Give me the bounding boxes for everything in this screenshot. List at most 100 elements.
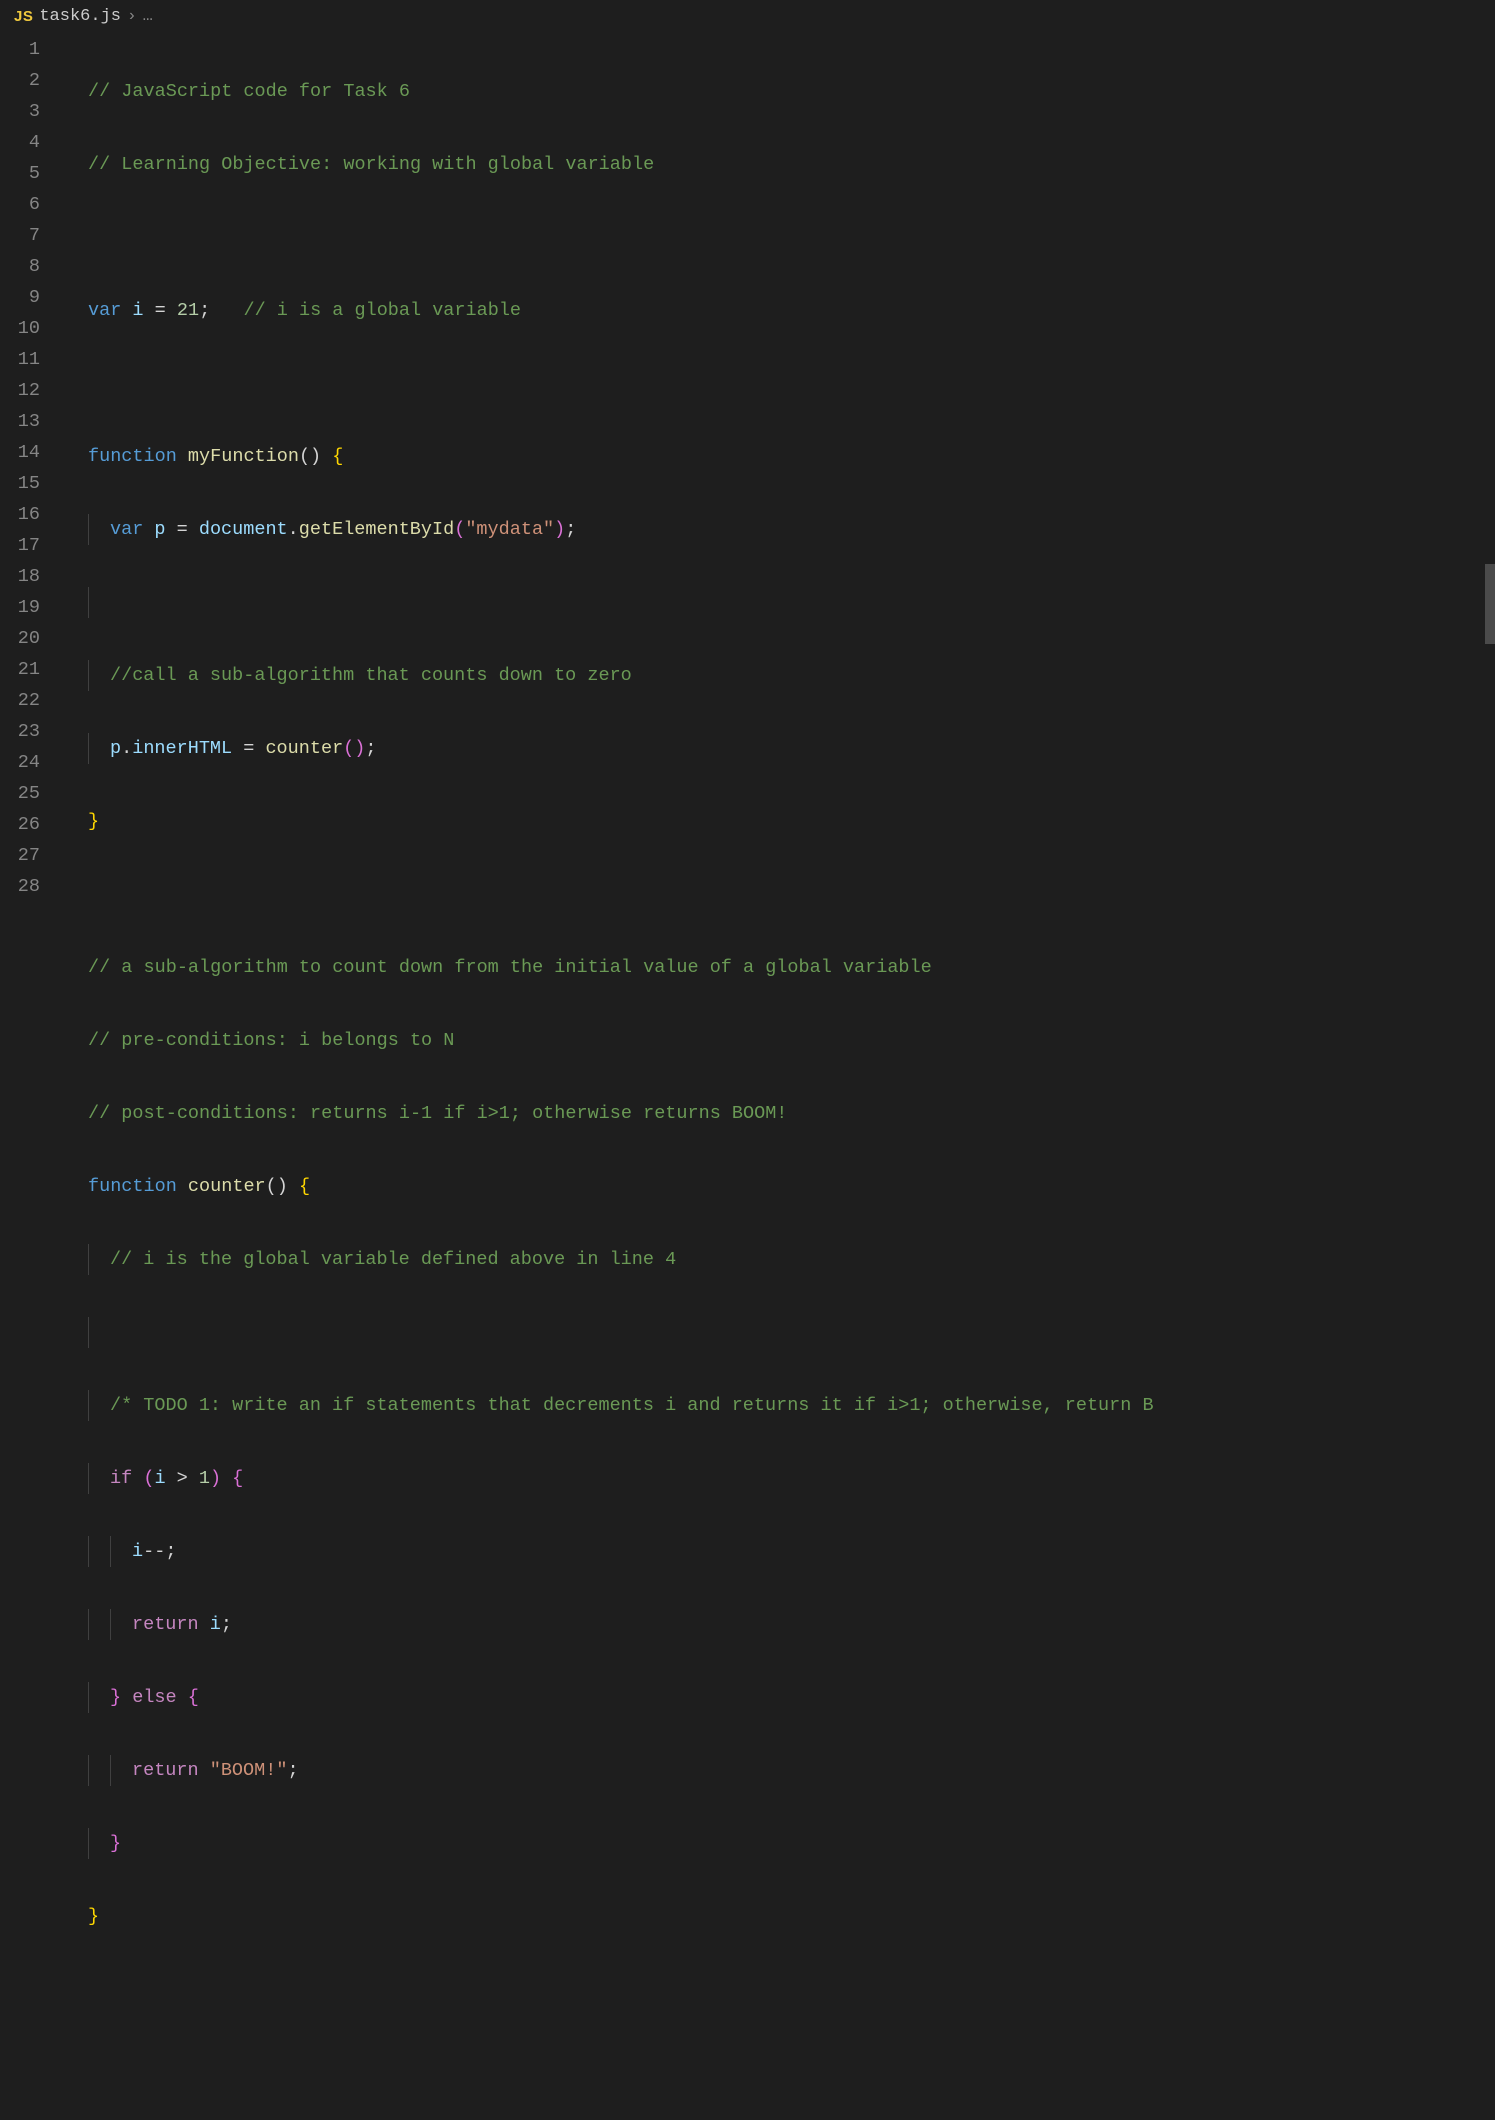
line-number: 15: [0, 468, 40, 499]
code-line[interactable]: var i = 21; // i is a global variable: [66, 295, 1485, 326]
code-line[interactable]: [66, 222, 1485, 253]
keyword: else: [121, 1687, 188, 1708]
breadcrumb[interactable]: JS task6.js › …: [0, 0, 1495, 34]
comment: // a sub-algorithm to count down from th…: [88, 957, 932, 978]
keyword: var: [110, 519, 143, 540]
number-literal: 21: [177, 300, 199, 321]
operator: --;: [143, 1541, 176, 1562]
code-line[interactable]: /* TODO 1: write an if statements that d…: [66, 1390, 1485, 1421]
code-line[interactable]: }: [66, 806, 1485, 837]
string-literal: "BOOM!": [199, 1760, 288, 1781]
comment: // pre-conditions: i belongs to N: [88, 1030, 454, 1051]
scrollbar[interactable]: [1485, 34, 1495, 1073]
code-editor[interactable]: 1 2 3 4 5 6 7 8 9 10 11 12 13 14 15 16 1…: [0, 34, 1495, 1073]
line-number: 5: [0, 158, 40, 189]
line-number: 20: [0, 623, 40, 654]
code-line[interactable]: p.innerHTML = counter();: [66, 733, 1485, 764]
code-line[interactable]: // a sub-algorithm to count down from th…: [66, 952, 1485, 983]
line-number: 10: [0, 313, 40, 344]
identifier: p: [143, 519, 165, 540]
line-number-gutter: 1 2 3 4 5 6 7 8 9 10 11 12 13 14 15 16 1…: [0, 34, 66, 1073]
keyword: return: [132, 1760, 199, 1781]
identifier: i: [199, 1614, 221, 1635]
code-line[interactable]: // i is the global variable defined abov…: [66, 1244, 1485, 1275]
line-number: 1: [0, 34, 40, 65]
code-line[interactable]: if (i > 1) {: [66, 1463, 1485, 1494]
comment: // JavaScript code for Task 6: [88, 81, 410, 102]
line-number: 14: [0, 437, 40, 468]
code-line[interactable]: var p = document.getElementById("mydata"…: [66, 514, 1485, 545]
keyword: return: [132, 1614, 199, 1635]
line-number: 26: [0, 809, 40, 840]
code-line[interactable]: [66, 2047, 1485, 2078]
operator: =: [166, 519, 199, 540]
code-line[interactable]: function myFunction() {: [66, 441, 1485, 472]
code-line[interactable]: [66, 368, 1485, 399]
code-line[interactable]: }: [66, 1828, 1485, 1859]
function-name: myFunction: [177, 446, 299, 467]
code-line[interactable]: [66, 879, 1485, 910]
code-line[interactable]: [66, 1317, 1485, 1348]
punct: ;: [365, 738, 376, 759]
paren: (: [454, 519, 465, 540]
paren: (): [343, 738, 365, 759]
code-line[interactable]: // post-conditions: returns i-1 if i>1; …: [66, 1098, 1485, 1129]
code-line[interactable]: [66, 587, 1485, 618]
identifier: i: [132, 300, 143, 321]
code-line[interactable]: }: [66, 1901, 1485, 1932]
breadcrumb-filename[interactable]: task6.js: [39, 7, 121, 26]
line-number: 27: [0, 840, 40, 871]
code-line[interactable]: // Learning Objective: working with glob…: [66, 149, 1485, 180]
code-line[interactable]: return "BOOM!";: [66, 1755, 1485, 1786]
operator: =: [232, 738, 265, 759]
line-number: 12: [0, 375, 40, 406]
code-content[interactable]: // JavaScript code for Task 6 // Learnin…: [66, 34, 1485, 1073]
code-line[interactable]: return i;: [66, 1609, 1485, 1640]
brace: }: [110, 1687, 121, 1708]
comment: // Learning Objective: working with glob…: [88, 154, 654, 175]
line-number: 7: [0, 220, 40, 251]
keyword: if: [110, 1468, 132, 1489]
code-line[interactable]: } else {: [66, 1682, 1485, 1713]
line-number: 28: [0, 871, 40, 902]
code-line[interactable]: // JavaScript code for Task 6: [66, 76, 1485, 107]
punct: ;: [199, 300, 210, 321]
code-line[interactable]: // pre-conditions: i belongs to N: [66, 1025, 1485, 1056]
number-literal: 1: [199, 1468, 210, 1489]
breadcrumb-ellipsis[interactable]: …: [143, 7, 154, 26]
line-number: 6: [0, 189, 40, 220]
line-number: 2: [0, 65, 40, 96]
brace: }: [110, 1833, 121, 1854]
function-call: counter: [265, 738, 343, 759]
line-number: 23: [0, 716, 40, 747]
code-line[interactable]: i--;: [66, 1536, 1485, 1567]
line-number: 13: [0, 406, 40, 437]
identifier: document: [199, 519, 288, 540]
scrollbar-thumb[interactable]: [1485, 564, 1495, 644]
keyword: var: [88, 300, 121, 321]
line-number: 11: [0, 344, 40, 375]
punct: (): [266, 1176, 288, 1197]
paren: ): [210, 1468, 221, 1489]
line-number: 16: [0, 499, 40, 530]
function-name: counter: [177, 1176, 266, 1197]
punct: ;: [221, 1614, 232, 1635]
string-literal: "mydata": [465, 519, 554, 540]
line-number: 18: [0, 561, 40, 592]
punct: (): [299, 446, 321, 467]
keyword: function: [88, 446, 177, 467]
punct: ;: [287, 1760, 298, 1781]
operator: =: [144, 300, 177, 321]
line-number: 3: [0, 96, 40, 127]
paren: ): [554, 519, 565, 540]
punct: ;: [565, 519, 576, 540]
comment: //call a sub-algorithm that counts down …: [110, 665, 632, 686]
identifier: i: [132, 1541, 143, 1562]
code-line[interactable]: //call a sub-algorithm that counts down …: [66, 660, 1485, 691]
keyword: function: [88, 1176, 177, 1197]
code-line[interactable]: function counter() {: [66, 1171, 1485, 1202]
method: getElementById: [299, 519, 454, 540]
comment: /* TODO 1: write an if statements that d…: [110, 1395, 1154, 1416]
code-line[interactable]: [66, 1974, 1485, 2005]
line-number: 9: [0, 282, 40, 313]
